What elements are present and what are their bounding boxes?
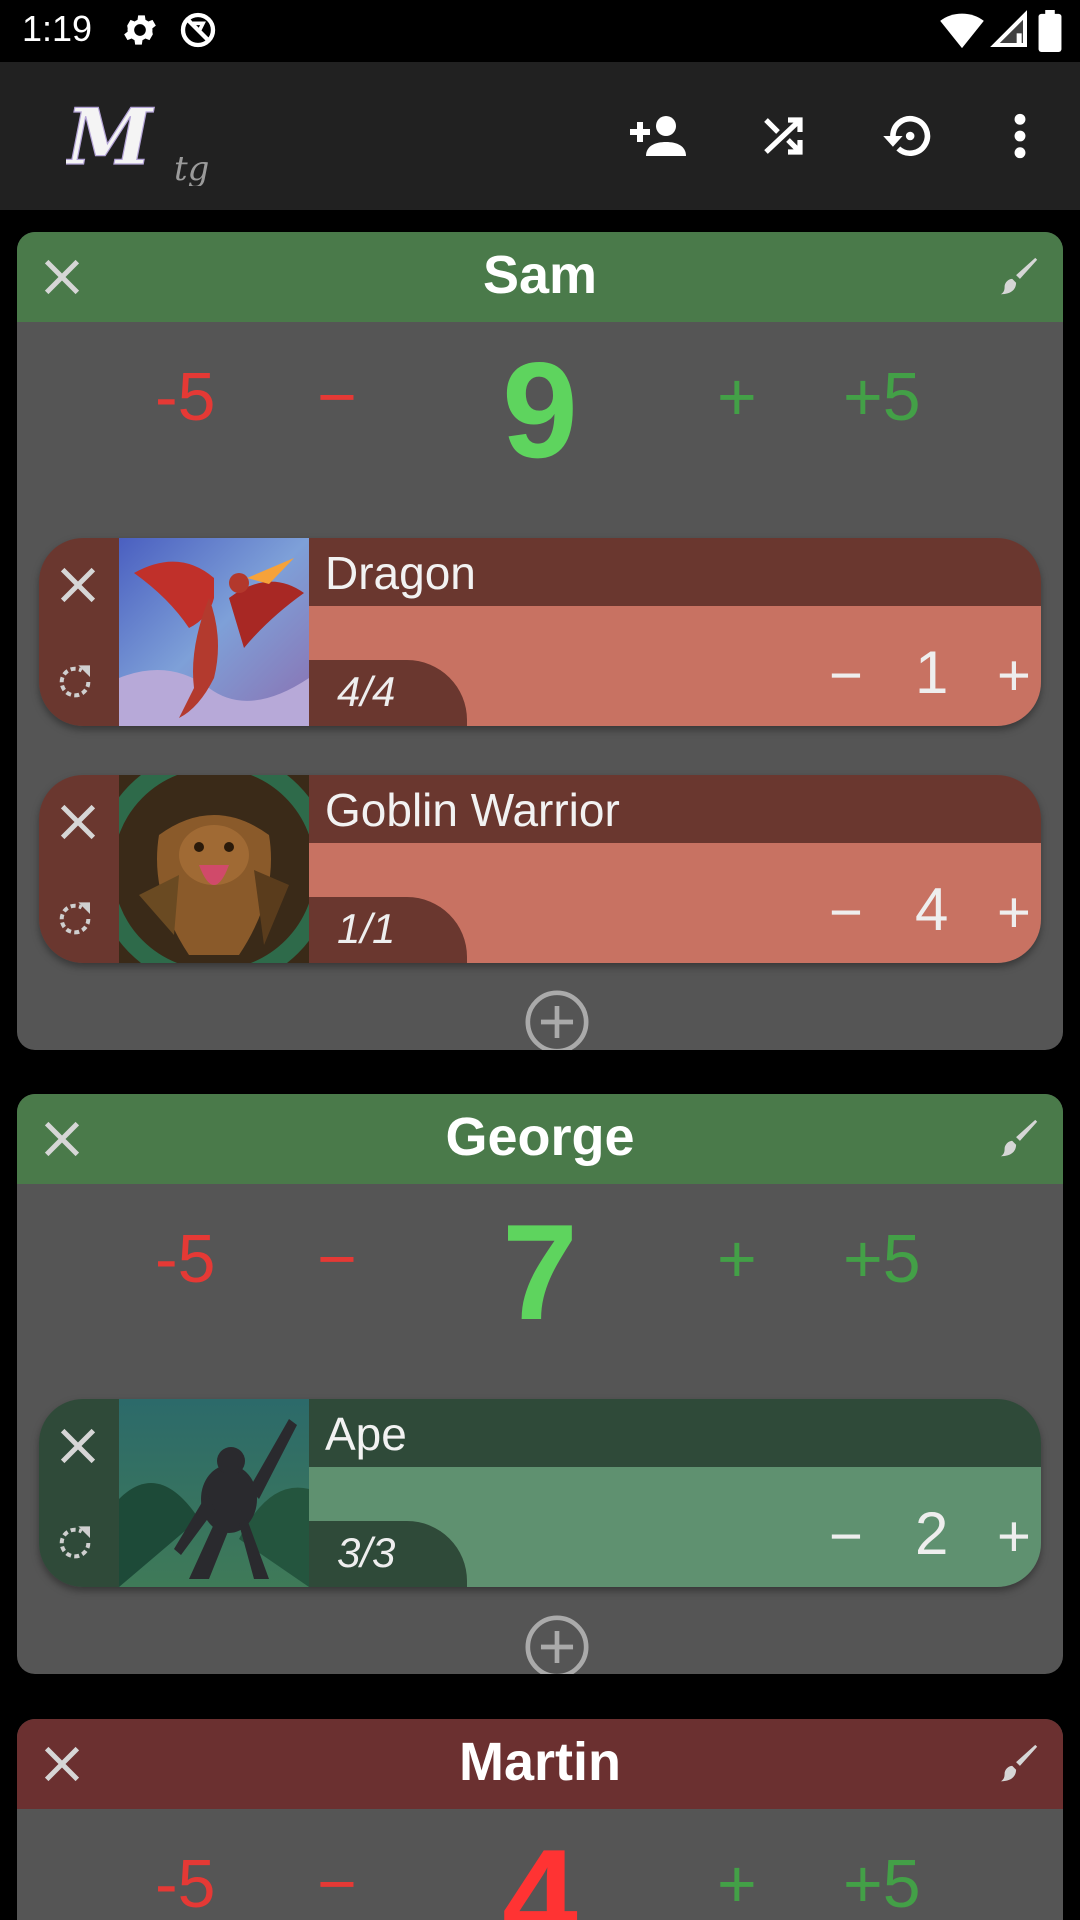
creature-name[interactable]: Ape	[325, 1407, 407, 1461]
creature-name-bar	[309, 1399, 1041, 1467]
shuffle-button[interactable]	[752, 106, 816, 170]
creature-minus-button[interactable]: −	[829, 1503, 863, 1570]
plus-1-button[interactable]: +	[717, 358, 757, 436]
creature-art-goblin-warrior	[119, 775, 309, 963]
creature-plus-button[interactable]: +	[997, 879, 1031, 946]
player-name[interactable]: Martin	[17, 1731, 1063, 1793]
life-row: -5 − 4 + +5	[17, 1809, 1063, 1920]
creature-art-dragon	[119, 538, 309, 726]
life-row: -5 − 9 + +5	[17, 322, 1063, 512]
svg-text:M: M	[66, 96, 155, 183]
player-header: George	[17, 1094, 1063, 1184]
creature-art-ape	[119, 1399, 309, 1587]
more-vert-icon	[1013, 113, 1027, 164]
add-creature-button[interactable]	[522, 1612, 592, 1674]
rotate-icon	[59, 902, 91, 935]
brush-icon	[1000, 257, 1038, 295]
creature-row: Dragon 4/4 − 1 +	[39, 538, 1041, 726]
rotate-icon	[59, 1526, 91, 1559]
creature-minus-button[interactable]: −	[829, 879, 863, 946]
color-picker-button[interactable]	[995, 1116, 1041, 1162]
player-header: Sam	[17, 232, 1063, 322]
creature-plus-button[interactable]: +	[997, 1503, 1031, 1570]
tap-creature-button[interactable]	[55, 899, 95, 939]
remove-creature-button[interactable]	[55, 799, 101, 845]
plus-1-button[interactable]: +	[717, 1845, 757, 1920]
rotate-icon	[59, 665, 91, 698]
power-toughness[interactable]: 4/4	[337, 668, 395, 716]
more-options-button[interactable]	[990, 106, 1050, 170]
reset-icon	[880, 110, 936, 167]
player-name[interactable]: Sam	[17, 244, 1063, 306]
power-toughness[interactable]: 1/1	[337, 905, 395, 953]
brush-icon	[1000, 1744, 1038, 1782]
status-bar: 1:19	[0, 0, 1080, 62]
add-creature-button[interactable]	[522, 987, 592, 1050]
plus-5-button[interactable]: +5	[843, 358, 921, 436]
player-card: Martin -5 − 4 + +5	[17, 1719, 1063, 1920]
close-icon	[60, 567, 96, 603]
plus-5-button[interactable]: +5	[843, 1845, 921, 1920]
reset-button[interactable]	[876, 106, 940, 170]
plus-1-button[interactable]: +	[717, 1220, 757, 1298]
app-bar: M tg	[0, 62, 1080, 210]
power-toughness[interactable]: 3/3	[337, 1529, 395, 1577]
svg-text:tg: tg	[174, 149, 209, 186]
player-card: Sam -5 − 9 + +5 Dragon 4/4 − 1 + Goblin …	[17, 232, 1063, 1050]
add-circle-icon	[525, 1615, 589, 1674]
app-logo: M tg	[62, 91, 226, 189]
plus-5-button[interactable]: +5	[843, 1220, 921, 1298]
remove-creature-button[interactable]	[55, 1423, 101, 1469]
life-row: -5 − 7 + +5	[17, 1184, 1063, 1374]
add-player-button[interactable]	[626, 106, 690, 170]
creature-count: 1	[915, 639, 949, 706]
creature-minus-button[interactable]: −	[829, 642, 863, 709]
close-icon	[60, 1428, 96, 1464]
color-picker-button[interactable]	[995, 1741, 1041, 1787]
creature-name[interactable]: Dragon	[325, 546, 476, 600]
add-player-icon	[628, 112, 688, 165]
signal-icon	[990, 10, 1030, 55]
battery-icon	[1038, 10, 1062, 57]
sync-disabled-icon	[178, 10, 218, 55]
tap-creature-button[interactable]	[55, 662, 95, 702]
player-card: George -5 − 7 + +5 Ape 3/3 − 2 +	[17, 1094, 1063, 1674]
gear-icon	[120, 10, 160, 55]
status-time: 1:19	[22, 8, 93, 49]
tap-creature-button[interactable]	[55, 1523, 95, 1563]
color-picker-button[interactable]	[995, 254, 1041, 300]
player-name[interactable]: George	[17, 1106, 1063, 1168]
creature-plus-button[interactable]: +	[997, 642, 1031, 709]
creature-name[interactable]: Goblin Warrior	[325, 783, 620, 837]
creature-count: 2	[915, 1500, 949, 1567]
creature-count: 4	[915, 876, 949, 943]
players-list[interactable]: Sam -5 − 9 + +5 Dragon 4/4 − 1 + Goblin …	[0, 210, 1080, 1920]
creature-row: Goblin Warrior 1/1 − 4 +	[39, 775, 1041, 963]
close-icon	[60, 804, 96, 840]
remove-creature-button[interactable]	[55, 562, 101, 608]
add-circle-icon	[525, 990, 589, 1050]
brush-icon	[1000, 1119, 1038, 1157]
wifi-icon	[940, 10, 984, 55]
shuffle-icon	[760, 112, 808, 165]
creature-row: Ape 3/3 − 2 +	[39, 1399, 1041, 1587]
player-header: Martin	[17, 1719, 1063, 1809]
